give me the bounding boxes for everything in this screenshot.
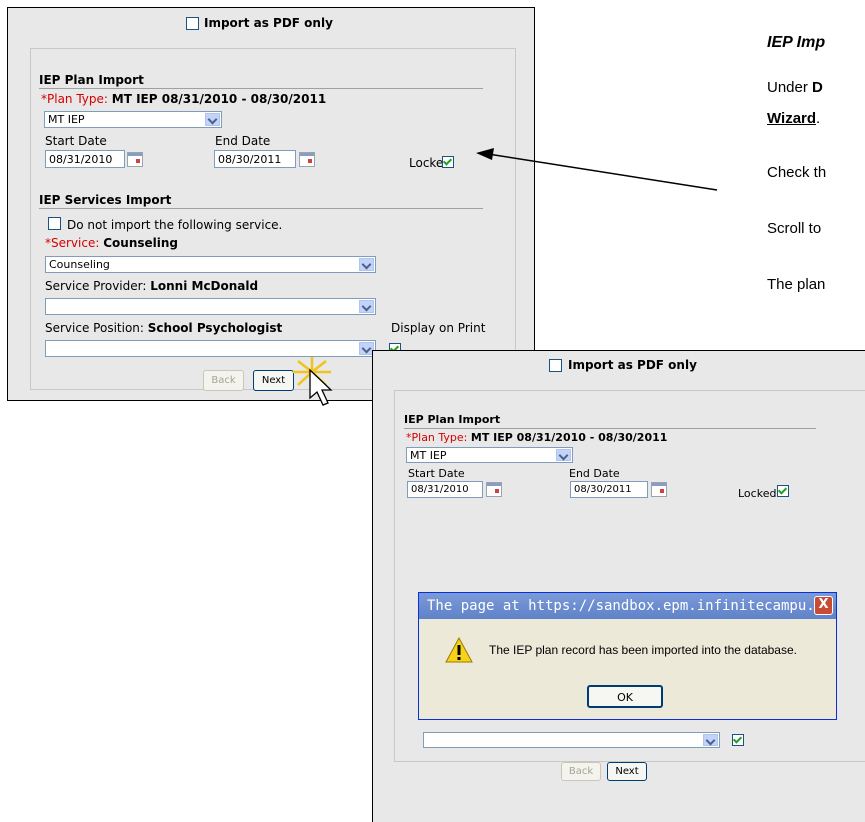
ok-button[interactable]: OK: [587, 685, 663, 708]
warning-icon: [445, 637, 473, 663]
end-date-label: End Date: [569, 467, 620, 480]
wizard-panel-after: Import as PDF only IEP Plan Import *Plan…: [372, 350, 865, 822]
dialog-title: The page at https://sandbox.epm.infinite…: [427, 598, 832, 614]
plan-type-label: *Plan Type:: [406, 431, 468, 444]
plan-import-heading: IEP Plan Import: [404, 413, 501, 426]
close-icon[interactable]: X: [814, 596, 833, 615]
next-button[interactable]: Next: [607, 762, 647, 781]
arrowhead-icon: [476, 148, 494, 160]
locked-label: Locked: [738, 487, 777, 500]
calendar-icon[interactable]: [486, 482, 502, 497]
alert-dialog: The page at https://sandbox.epm.infinite…: [418, 592, 837, 720]
chevron-down-icon: [556, 449, 571, 461]
plan-import-divider: [404, 428, 816, 429]
start-date-label: Start Date: [408, 467, 465, 480]
back-button[interactable]: Back: [561, 762, 601, 781]
chevron-down-icon: [703, 734, 718, 746]
start-date-input[interactable]: 08/31/2010: [407, 481, 483, 498]
plan-type-row: *Plan Type: MT IEP 08/31/2010 - 08/30/20…: [406, 431, 667, 444]
locked-checkbox[interactable]: [777, 485, 789, 497]
plan-type-value: MT IEP 08/31/2010 - 08/30/2011: [470, 431, 668, 444]
import-pdf-label: Import as PDF only: [568, 358, 697, 372]
import-pdf-checkbox[interactable]: [549, 359, 562, 372]
calendar-icon[interactable]: [651, 482, 667, 497]
display-print-checkbox[interactable]: [732, 734, 744, 746]
dialog-titlebar[interactable]: The page at https://sandbox.epm.infinite…: [419, 593, 836, 619]
plan-type-select[interactable]: MT IEP: [406, 447, 573, 463]
hidden-position-select[interactable]: [423, 732, 720, 748]
dialog-message: The IEP plan record has been imported in…: [489, 643, 797, 657]
end-date-input[interactable]: 08/30/2011: [570, 481, 648, 498]
plan-type-select-value: MT IEP: [410, 449, 447, 462]
